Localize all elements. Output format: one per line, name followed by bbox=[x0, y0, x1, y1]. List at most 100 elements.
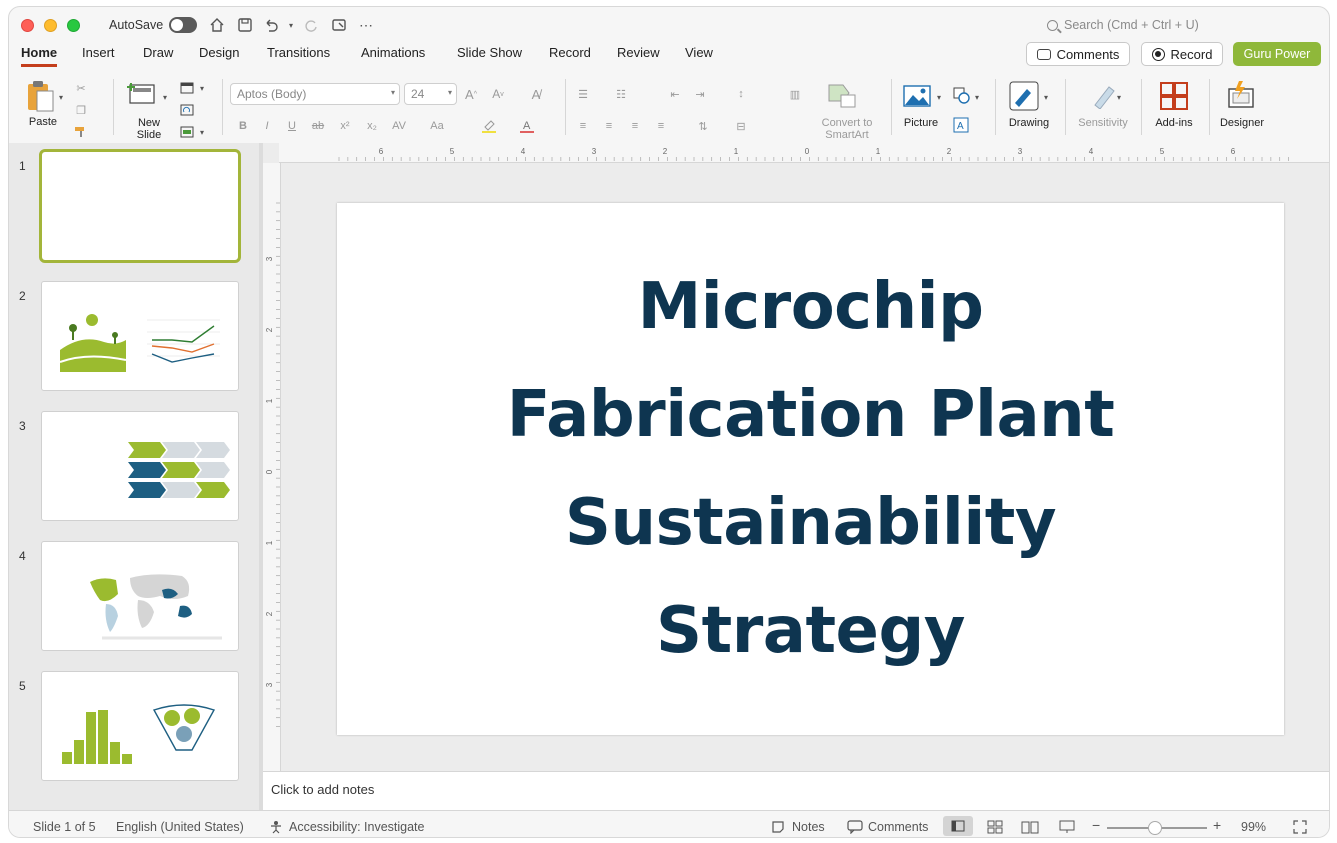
slide-thumbnail-4[interactable] bbox=[41, 541, 239, 651]
current-slide[interactable]: Microchip Fabrication Plant Sustainabili… bbox=[337, 203, 1284, 735]
highlight-icon[interactable] bbox=[481, 119, 497, 133]
textbox-icon[interactable]: A bbox=[953, 117, 969, 138]
accessibility-icon[interactable] bbox=[269, 820, 283, 837]
slideshow-icon[interactable] bbox=[1059, 820, 1075, 837]
reset-icon[interactable] bbox=[179, 103, 195, 117]
bold-icon[interactable]: B bbox=[235, 119, 251, 133]
zoom-in-icon[interactable]: + bbox=[1213, 817, 1221, 833]
fit-to-window-icon[interactable] bbox=[1293, 820, 1307, 837]
section-icon[interactable] bbox=[179, 125, 195, 139]
font-color-icon[interactable]: A bbox=[519, 119, 535, 133]
record-button[interactable]: Record bbox=[1141, 42, 1223, 66]
sensitivity-icon[interactable] bbox=[1089, 81, 1117, 114]
shapes-icon[interactable] bbox=[953, 87, 971, 110]
text-direction-icon[interactable]: ⇅ bbox=[695, 119, 711, 133]
slide-thumbnail-3[interactable] bbox=[41, 411, 239, 521]
new-slide-dropdown-icon[interactable]: ▾ bbox=[163, 93, 167, 102]
slide-thumbnail-2[interactable] bbox=[41, 281, 239, 391]
shapes-dropdown-icon[interactable]: ▾ bbox=[975, 93, 979, 102]
numbering-icon[interactable]: ☷ bbox=[613, 87, 629, 101]
slide-thumbnail-5[interactable] bbox=[41, 671, 239, 781]
comments-button[interactable]: Comments bbox=[1026, 42, 1130, 66]
justify-icon[interactable]: ≡ bbox=[653, 119, 669, 133]
tab-draw[interactable]: Draw bbox=[143, 45, 173, 64]
align-right-icon[interactable]: ≡ bbox=[627, 119, 643, 133]
more-icon[interactable]: ⋯ bbox=[356, 15, 376, 35]
new-slide-icon[interactable] bbox=[127, 81, 157, 112]
layout-icon[interactable] bbox=[179, 81, 195, 95]
clear-formatting-icon[interactable]: A̸ bbox=[528, 87, 544, 102]
slide-title[interactable]: Microchip Fabrication Plant Sustainabili… bbox=[461, 253, 1161, 685]
reading-view-icon[interactable] bbox=[1021, 820, 1039, 837]
align-text-icon[interactable]: ⊟ bbox=[733, 119, 749, 133]
accessibility-status[interactable]: Accessibility: Investigate bbox=[289, 820, 424, 834]
drawing-dropdown-icon[interactable]: ▾ bbox=[1044, 93, 1048, 102]
font-name-select[interactable]: Aptos (Body) ▾ bbox=[230, 83, 400, 105]
columns-icon[interactable]: ▥ bbox=[787, 87, 803, 101]
bullets-icon[interactable]: ☰ bbox=[575, 87, 591, 101]
sensitivity-dropdown-icon[interactable]: ▾ bbox=[1117, 93, 1121, 102]
notes-toggle-icon[interactable] bbox=[771, 820, 785, 837]
align-left-icon[interactable]: ≡ bbox=[575, 119, 591, 133]
tab-record[interactable]: Record bbox=[549, 45, 591, 64]
change-case-icon[interactable]: Aa bbox=[429, 119, 445, 133]
present-icon[interactable] bbox=[329, 15, 349, 35]
tab-insert[interactable]: Insert bbox=[82, 45, 115, 64]
increase-indent-icon[interactable]: ⇥ bbox=[692, 87, 708, 101]
zoom-slider-handle[interactable] bbox=[1148, 821, 1162, 835]
undo-icon[interactable] bbox=[261, 15, 281, 35]
decrease-indent-icon[interactable]: ⇤ bbox=[667, 87, 683, 101]
language-status[interactable]: English (United States) bbox=[116, 820, 244, 834]
subscript-icon[interactable]: x₂ bbox=[364, 119, 380, 133]
line-spacing-icon[interactable]: ↕ bbox=[733, 87, 749, 101]
minimize-window-button[interactable] bbox=[44, 19, 57, 32]
decrease-font-size-icon[interactable]: Av bbox=[490, 87, 506, 101]
zoom-level[interactable]: 99% bbox=[1241, 820, 1266, 834]
autosave-toggle[interactable] bbox=[169, 17, 197, 33]
format-painter-icon[interactable] bbox=[73, 125, 89, 139]
zoom-out-icon[interactable]: − bbox=[1092, 817, 1100, 833]
normal-view-icon[interactable] bbox=[943, 816, 973, 836]
tab-animations[interactable]: Animations bbox=[361, 45, 425, 64]
tab-design[interactable]: Design bbox=[199, 45, 239, 64]
smartart-icon[interactable] bbox=[827, 83, 857, 114]
font-size-select[interactable]: 24 ▾ bbox=[404, 83, 457, 105]
tab-review[interactable]: Review bbox=[617, 45, 660, 64]
designer-icon[interactable] bbox=[1225, 79, 1257, 116]
paste-icon[interactable] bbox=[25, 79, 57, 118]
character-spacing-icon[interactable]: AV bbox=[391, 119, 407, 133]
increase-font-size-icon[interactable]: A ^ bbox=[463, 87, 479, 102]
align-center-icon[interactable]: ≡ bbox=[601, 119, 617, 133]
section-dropdown-icon[interactable]: ▾ bbox=[200, 128, 204, 137]
search-field[interactable]: Search (Cmd + Ctrl + U) bbox=[1047, 18, 1199, 32]
drawing-icon[interactable] bbox=[1009, 81, 1039, 116]
comments-toggle[interactable]: Comments bbox=[868, 820, 928, 834]
tab-home[interactable]: Home bbox=[21, 45, 58, 67]
close-window-button[interactable] bbox=[21, 19, 34, 32]
save-icon[interactable] bbox=[235, 15, 255, 35]
home-icon[interactable] bbox=[207, 15, 227, 35]
italic-icon[interactable]: I bbox=[259, 119, 275, 133]
addins-icon[interactable] bbox=[1159, 81, 1189, 116]
notes-toggle[interactable]: Notes bbox=[792, 820, 825, 834]
slide-thumbnail-1[interactable] bbox=[39, 149, 241, 263]
picture-icon[interactable] bbox=[903, 85, 931, 112]
tab-view[interactable]: View bbox=[685, 45, 713, 64]
copy-icon[interactable]: ❐ bbox=[73, 103, 89, 117]
notes-pane[interactable]: Click to add notes bbox=[263, 771, 1329, 810]
tab-transitions[interactable]: Transitions bbox=[267, 45, 330, 64]
cut-icon[interactable]: ✂ bbox=[73, 81, 89, 95]
picture-dropdown-icon[interactable]: ▾ bbox=[937, 93, 941, 102]
strikethrough-icon[interactable]: ab bbox=[310, 119, 326, 133]
layout-dropdown-icon[interactable]: ▾ bbox=[200, 84, 204, 93]
zoom-window-button[interactable] bbox=[67, 19, 80, 32]
superscript-icon[interactable]: x² bbox=[337, 119, 353, 133]
slide-sorter-icon[interactable] bbox=[987, 820, 1003, 837]
guru-power-button[interactable]: Guru Power bbox=[1233, 42, 1321, 66]
underline-icon[interactable]: U bbox=[284, 119, 300, 133]
undo-dropdown-icon[interactable]: ▾ bbox=[281, 15, 301, 35]
tab-slide-show[interactable]: Slide Show bbox=[457, 45, 522, 64]
redo-icon[interactable] bbox=[301, 15, 321, 35]
comments-toggle-icon[interactable] bbox=[847, 820, 863, 837]
paste-dropdown-icon[interactable]: ▾ bbox=[59, 93, 63, 102]
